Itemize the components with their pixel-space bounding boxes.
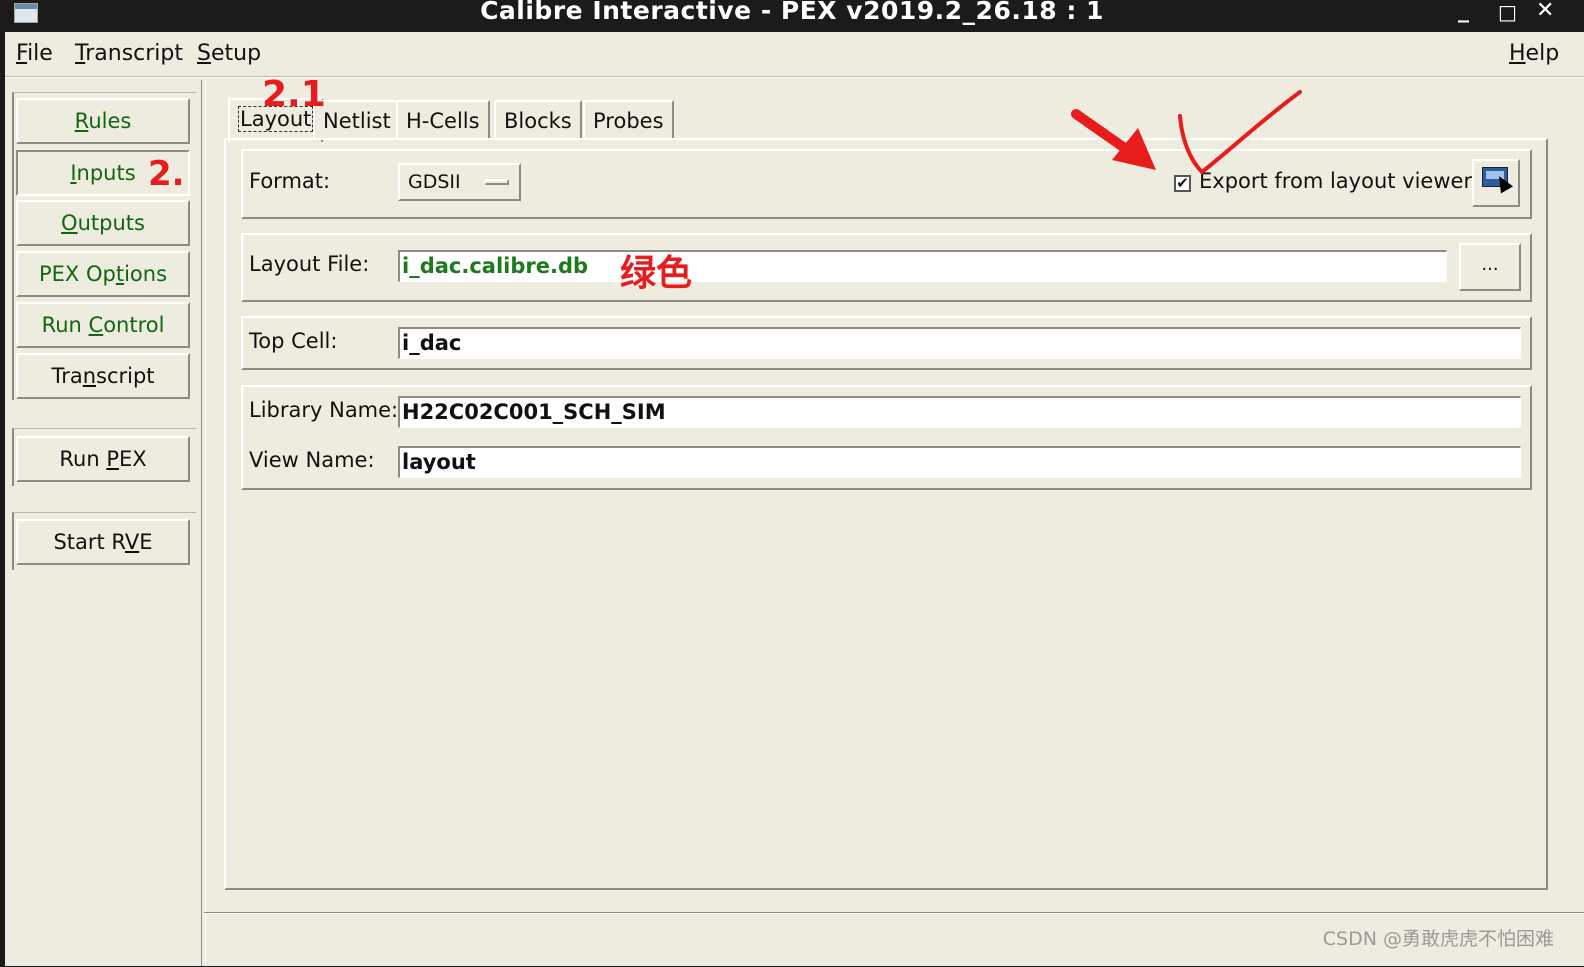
watermark: CSDN @勇敢虎虎不怕困难 xyxy=(1322,928,1554,950)
annotation-arrow-icon xyxy=(1071,109,1156,170)
annotation-marks xyxy=(1071,90,1302,175)
annotation-checkmark-icon xyxy=(1178,90,1302,175)
